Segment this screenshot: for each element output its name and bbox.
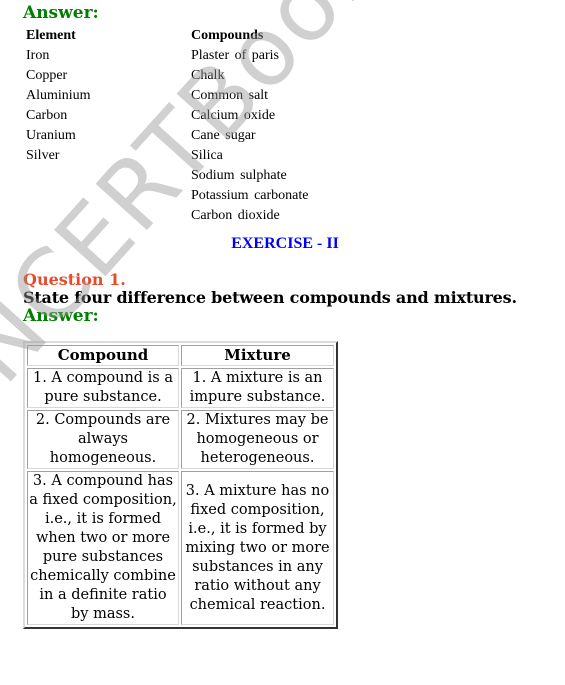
compounds-column: Compounds Plaster of paris Chalk Common …	[191, 26, 308, 226]
compound-item: Plaster of paris	[191, 48, 279, 63]
compounds-header: Compounds	[191, 28, 264, 43]
mixture-cell: 2. Mixtures may be homogeneous or hetero…	[181, 410, 334, 469]
question-label: Question 1.	[23, 270, 126, 289]
compound-item: Cane sugar	[191, 128, 256, 143]
compound-cell: 1. A compound is a pure substance.	[27, 368, 179, 408]
header-mixture: Mixture	[181, 345, 334, 366]
compound-cell: 2. Compounds are always homogeneous.	[27, 410, 179, 469]
elements-column: Element Iron Copper Aluminium Carbon Ura…	[26, 26, 91, 166]
compound-item: Chalk	[191, 68, 225, 83]
compound-item: Sodium sulphate	[191, 168, 287, 183]
compound-item: Carbon dioxide	[191, 208, 280, 223]
mixture-cell: 1. A mixture is an impure substance.	[181, 368, 334, 408]
element-item: Iron	[26, 48, 50, 63]
mixture-cell: 3. A mixture has no fixed composition, i…	[181, 471, 334, 625]
table-row: 1. A compound is a pure substance. 1. A …	[27, 368, 334, 408]
element-item: Uranium	[26, 128, 76, 143]
answer-label: Answer:	[23, 3, 99, 23]
compound-item: Calcium oxide	[191, 108, 276, 123]
element-item: Carbon	[26, 108, 68, 123]
table-row: 3. A compound has a fixed composition, i…	[27, 471, 334, 625]
table-header-row: Compound Mixture	[27, 345, 334, 366]
question-text: State four difference between compounds …	[23, 288, 517, 307]
element-item: Silver	[26, 148, 60, 163]
compound-cell: 3. A compound has a fixed composition, i…	[27, 471, 179, 625]
compound-item: Common salt	[191, 88, 269, 103]
answer-label: Answer:	[23, 306, 99, 326]
table-row: 2. Compounds are always homogeneous. 2. …	[27, 410, 334, 469]
compound-item: Silica	[191, 148, 223, 163]
comparison-table: Compound Mixture 1. A compound is a pure…	[23, 341, 338, 629]
exercise-title: EXERCISE - II	[231, 235, 339, 252]
element-item: Aluminium	[26, 88, 91, 103]
elements-header: Element	[26, 28, 76, 43]
compound-item: Potassium carbonate	[191, 188, 309, 203]
header-compound: Compound	[27, 345, 179, 366]
element-item: Copper	[26, 68, 68, 83]
